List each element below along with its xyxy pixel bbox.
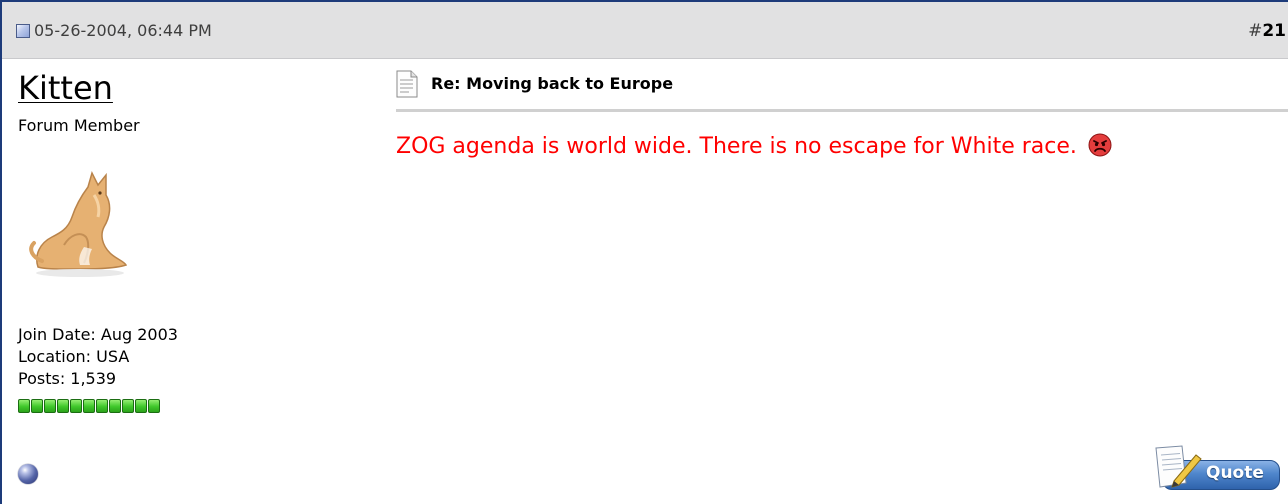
reputation-pip [135, 399, 147, 413]
post-number-link[interactable]: #21 [1248, 21, 1286, 41]
username-link[interactable]: Kitten [18, 70, 113, 106]
message-divider [396, 109, 1288, 112]
user-post-count: Posts: 1,539 [18, 369, 117, 388]
post-header-bar: 05-26-2004, 06:44 PM #21 [2, 2, 1288, 59]
reputation-pip [148, 399, 160, 413]
user-title: Forum Member [18, 116, 140, 135]
offline-status-icon[interactable] [18, 464, 38, 484]
reputation-pip [122, 399, 134, 413]
quote-paper-icon [1155, 445, 1202, 488]
reputation-pip [83, 399, 95, 413]
user-join-date: Join Date: Aug 2003 [18, 325, 178, 344]
reputation-pip [70, 399, 82, 413]
reputation-pip [57, 399, 69, 413]
quote-button-label: Quote [1206, 463, 1264, 483]
message-body: ZOG agenda is world wide. There is no es… [396, 133, 1112, 161]
mad-smiley-icon [1088, 133, 1112, 157]
reputation-bar[interactable] [18, 399, 160, 413]
message-title: Re: Moving back to Europe [431, 74, 674, 93]
user-info-block: Join Date: Aug 2003 Location: USA Posts:… [18, 324, 178, 390]
reputation-pip [96, 399, 108, 413]
message-text: ZOG agenda is world wide. There is no es… [396, 134, 1077, 159]
document-icon [396, 70, 418, 98]
reputation-pip [44, 399, 56, 413]
post-number: 21 [1262, 21, 1286, 41]
user-location: Location: USA [18, 347, 130, 366]
user-avatar [29, 170, 128, 277]
post-number-prefix: # [1248, 21, 1263, 41]
reputation-pip [18, 399, 30, 413]
reputation-pip [31, 399, 43, 413]
message-title-row: Re: Moving back to Europe [396, 70, 1288, 110]
post-status-icon [16, 24, 30, 38]
post-date: 05-26-2004, 06:44 PM [34, 21, 212, 40]
reputation-pip [109, 399, 121, 413]
quote-button[interactable]: Quote [1152, 445, 1280, 490]
